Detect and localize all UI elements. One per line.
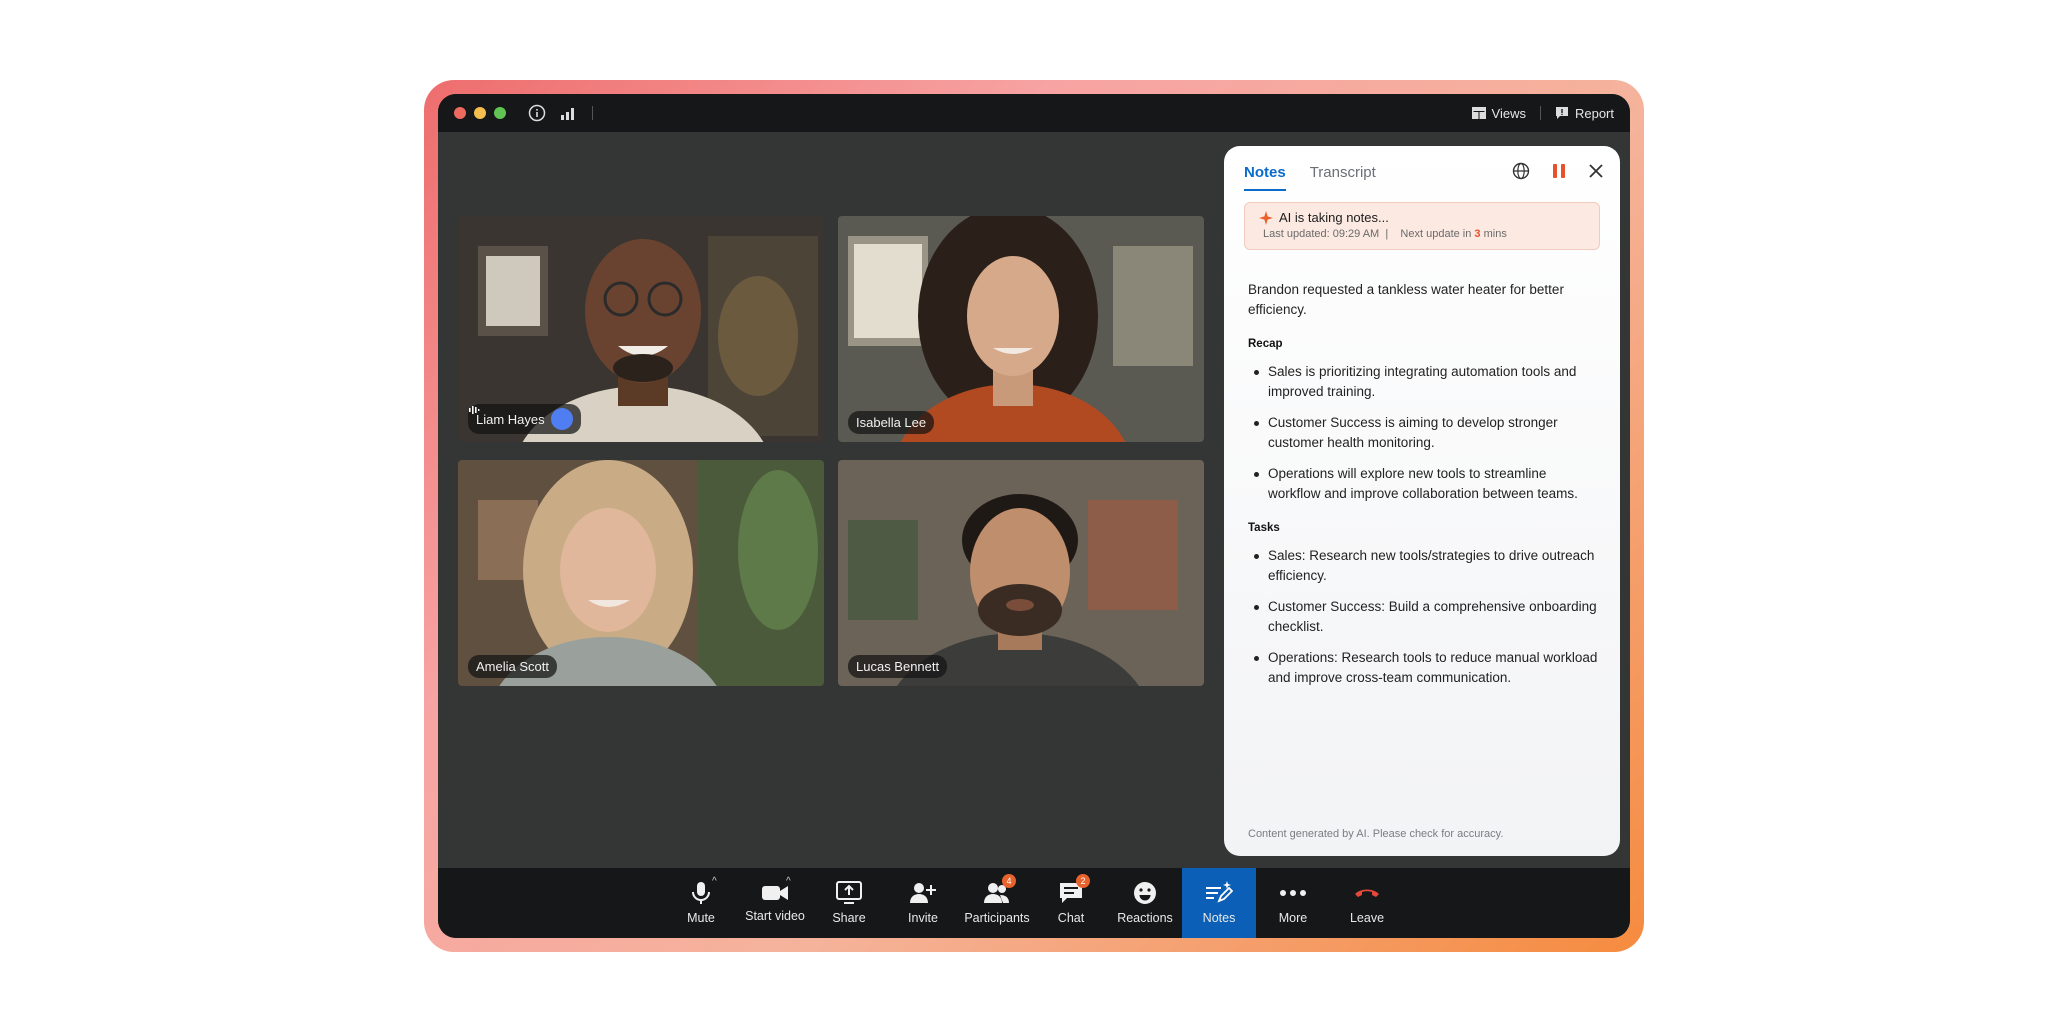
tab-transcript[interactable]: Transcript: [1310, 158, 1376, 191]
notes-summary: Brandon requested a tankless water heate…: [1248, 282, 1564, 317]
titlebar-actions: Views Report: [1471, 105, 1614, 121]
video-camera-icon: [762, 886, 788, 900]
ai-status-banner: AI is taking notes... Last updated: 09:2…: [1244, 202, 1600, 250]
more-label: More: [1278, 911, 1308, 925]
list-item: Sales is prioritizing integrating automa…: [1248, 362, 1598, 402]
notes-content: Brandon requested a tankless water heate…: [1248, 280, 1598, 699]
chat-label: Chat: [1057, 911, 1085, 925]
signal-strength-icon[interactable]: [560, 105, 578, 121]
title-bar: Views Report: [438, 94, 1630, 132]
more-dots-icon: [1280, 890, 1306, 896]
speaking-indicator-icon: [469, 406, 573, 430]
participant-name-tag: Lucas Bennett: [848, 655, 948, 678]
close-window-button[interactable]: [454, 107, 466, 119]
notes-panel: Notes Transcript AI is taking notes... L…: [1224, 146, 1620, 856]
participants-label: Participants: [964, 911, 1030, 925]
titlebar-divider: [592, 106, 593, 120]
close-panel-button[interactable]: [1588, 163, 1604, 184]
tab-notes[interactable]: Notes: [1244, 158, 1286, 191]
invite-button[interactable]: Invite: [886, 868, 960, 938]
list-item: Sales: Research new tools/strategies to …: [1248, 546, 1598, 586]
views-label: Views: [1491, 105, 1526, 121]
video-grid: Liam Hayes Isabella Lee Amelia Scott Luc…: [458, 216, 1204, 686]
report-button[interactable]: Report: [1555, 106, 1614, 121]
last-updated-text: Last updated: 09:29 AM: [1263, 228, 1380, 240]
participant-name: Amelia Scott: [476, 659, 549, 674]
start-video-button[interactable]: ^ Start video: [738, 868, 812, 938]
recap-heading: Recap: [1248, 338, 1283, 350]
participant-video: [838, 460, 1204, 686]
meeting-window: Views Report Liam Hayes Isabella Lee Ame…: [438, 94, 1630, 938]
mute-options-icon[interactable]: ^: [712, 876, 717, 887]
report-icon: [1555, 107, 1568, 119]
next-update-value: 3: [1474, 228, 1481, 240]
video-tile[interactable]: Liam Hayes: [458, 216, 824, 442]
list-item: Operations: Research tools to reduce man…: [1248, 648, 1598, 688]
views-button[interactable]: Views: [1471, 105, 1526, 121]
chat-button[interactable]: 2 Chat: [1034, 868, 1108, 938]
mute-button[interactable]: ^ Mute: [664, 868, 738, 938]
panel-tabs: Notes Transcript: [1244, 158, 1376, 191]
share-label: Share: [832, 911, 866, 925]
hang-up-icon: [1355, 889, 1379, 897]
reactions-label: Reactions: [1117, 911, 1173, 925]
invite-label: Invite: [908, 911, 938, 925]
participant-name: Liam Hayes: [476, 411, 545, 427]
leave-label: Leave: [1349, 911, 1385, 925]
banner-separator: |: [1385, 228, 1389, 240]
notes-label: Notes: [1202, 911, 1236, 925]
list-item: Operations will explore new tools to str…: [1248, 464, 1598, 504]
list-item: Customer Success: Build a comprehensive …: [1248, 597, 1598, 637]
add-person-icon: [910, 883, 936, 903]
video-options-icon[interactable]: ^: [786, 876, 791, 887]
app-frame: Views Report Liam Hayes Isabella Lee Ame…: [424, 80, 1644, 952]
info-icon[interactable]: [528, 104, 546, 122]
participant-name: Isabella Lee: [856, 415, 927, 430]
maximize-window-button[interactable]: [494, 107, 506, 119]
share-button[interactable]: Share: [812, 868, 886, 938]
participant-name-tag: Isabella Lee: [848, 411, 935, 434]
participants-count-badge: 4: [1002, 874, 1016, 888]
notes-button[interactable]: Notes: [1182, 868, 1256, 938]
recap-list: Sales is prioritizing integrating automa…: [1248, 362, 1598, 504]
close-icon: [1589, 164, 1603, 178]
more-button[interactable]: More: [1256, 868, 1330, 938]
participant-name-tag: Liam Hayes: [468, 404, 581, 434]
minimize-window-button[interactable]: [474, 107, 486, 119]
titlebar-divider-right: [1539, 106, 1541, 120]
leave-button[interactable]: Leave: [1330, 868, 1404, 938]
start-video-label: Start video: [745, 909, 805, 923]
video-tile[interactable]: Lucas Bennett: [838, 460, 1204, 686]
participant-name-tag: Amelia Scott: [468, 655, 557, 678]
video-tile[interactable]: Amelia Scott: [458, 460, 824, 686]
pause-notes-button[interactable]: [1552, 163, 1566, 184]
language-button[interactable]: [1512, 162, 1530, 185]
reactions-button[interactable]: Reactions: [1108, 868, 1182, 938]
smiley-icon: [1134, 882, 1156, 904]
meeting-toolbar: ^ Mute ^ Start video Share Invite 4 Part…: [438, 868, 1630, 938]
video-tile[interactable]: Isabella Lee: [838, 216, 1204, 442]
tasks-list: Sales: Research new tools/strategies to …: [1248, 546, 1598, 688]
microphone-icon: [692, 882, 710, 904]
share-screen-icon: [836, 881, 862, 904]
chat-unread-badge: 2: [1076, 874, 1090, 888]
tasks-heading: Tasks: [1248, 522, 1280, 534]
pause-icon: [1553, 164, 1565, 178]
ai-status-title: AI is taking notes...: [1279, 210, 1389, 225]
participant-name: Lucas Bennett: [856, 659, 940, 674]
panel-actions: [1512, 162, 1604, 185]
list-item: Customer Success is aiming to develop st…: [1248, 413, 1598, 453]
next-update-suffix: mins: [1483, 228, 1507, 240]
next-update-prefix: Next update in: [1400, 228, 1472, 240]
mute-label: Mute: [687, 911, 715, 925]
grid-icon: [1471, 107, 1486, 119]
globe-icon: [1512, 162, 1530, 180]
ai-notes-icon: [1206, 881, 1233, 903]
participant-video: [458, 460, 824, 686]
participant-video: [838, 216, 1204, 442]
sparkle-icon: [1259, 210, 1273, 225]
ai-disclaimer: Content generated by AI. Please check fo…: [1248, 828, 1504, 840]
report-label: Report: [1574, 105, 1614, 121]
participants-button[interactable]: 4 Participants: [960, 868, 1034, 938]
